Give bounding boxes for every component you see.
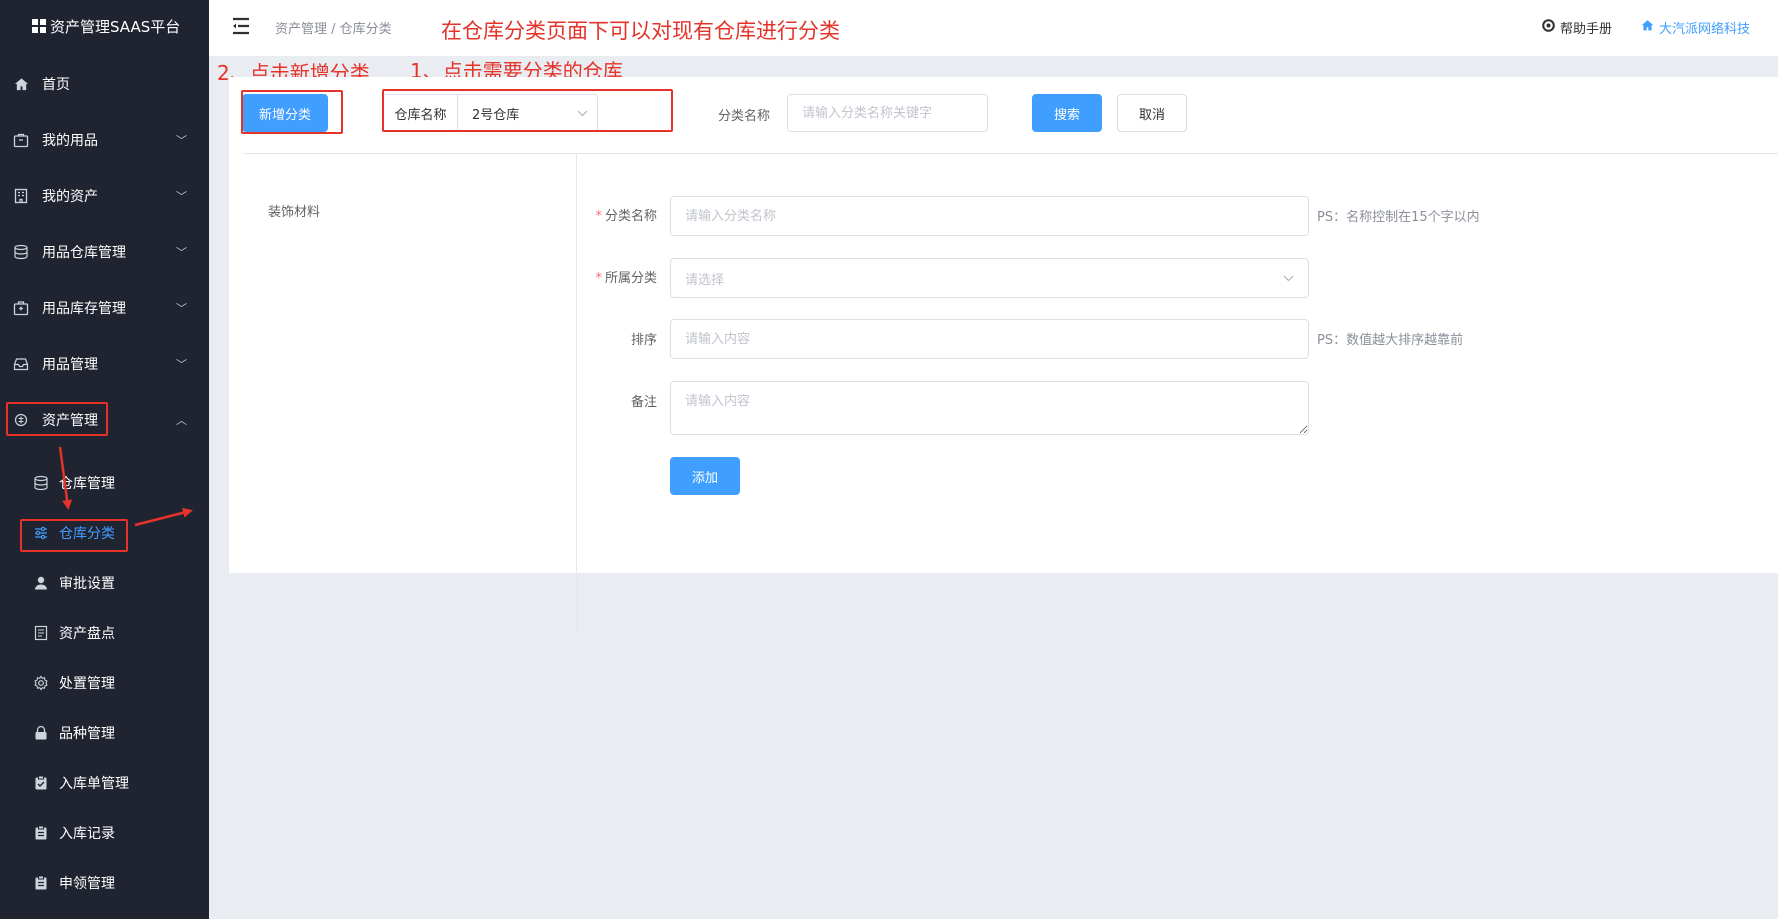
company-label: 大汽派网络科技 — [1659, 22, 1751, 37]
menu-toggle-icon[interactable] — [231, 17, 251, 35]
sidebar-subitem-variety[interactable]: 品种管理 — [0, 708, 209, 758]
sidebar-subitem-warehouse-category[interactable]: 仓库分类 — [0, 508, 209, 558]
document-icon — [33, 625, 49, 641]
sidebar-item-supply-stock[interactable]: 用品库存管理 ﹀ — [0, 280, 209, 336]
warehouse-select-value: 2号仓库 — [472, 107, 520, 123]
clipboard-check-icon — [33, 775, 49, 791]
sidebar-subitem-label: 仓库分类 — [59, 526, 115, 542]
form-label-parent: * 所属分类 — [587, 267, 657, 286]
chevron-up-icon: ︿ — [176, 414, 187, 427]
category-name-input[interactable] — [670, 196, 1309, 236]
sidebar-subitem-label: 申领管理 — [59, 876, 115, 892]
sidebar-item-label: 用品仓库管理 — [42, 245, 126, 261]
help-manual-label: 帮助手册 — [1560, 22, 1613, 37]
sidebar-item-home[interactable]: 首页 — [0, 56, 209, 112]
name-hint: PS：名称控制在15个字以内 — [1317, 210, 1480, 225]
category-filter-label: 分类名称 — [718, 109, 771, 124]
building-icon — [13, 188, 29, 204]
form-label-name: * 分类名称 — [587, 205, 657, 224]
bag-icon — [13, 132, 29, 148]
chevron-down-icon: ﹀ — [176, 134, 187, 147]
chevron-down-icon: ﹀ — [176, 246, 187, 259]
sidebar-subitem-inbound-orders[interactable]: 入库单管理 — [0, 758, 209, 808]
sidebar-subitem-label: 处置管理 — [59, 676, 115, 692]
asset-icon — [13, 412, 29, 428]
sidebar-subitem-approval-settings[interactable]: 审批设置 — [0, 558, 209, 608]
sidebar-item-asset-management[interactable]: 资产管理 ︿ — [0, 392, 209, 448]
sliders-icon — [33, 525, 49, 541]
sidebar-item-label: 我的用品 — [42, 133, 98, 149]
home-icon — [1641, 19, 1654, 36]
main-card: 新增分类 仓库名称 2号仓库 分类名称 搜索 取消 装饰材料 *分类名称 PS：… — [229, 77, 1778, 635]
warehouse-select[interactable]: 仓库名称 2号仓库 — [383, 94, 598, 132]
sidebar-item-label: 我的资产 — [42, 189, 98, 205]
form-label-parent-text: 所属分类 — [604, 271, 657, 286]
home-icon — [13, 76, 29, 92]
sidebar-subitem-asset-inventory[interactable]: 资产盘点 — [0, 608, 209, 658]
sort-input[interactable] — [670, 319, 1309, 359]
clipboard-icon — [33, 875, 49, 891]
sidebar-subitem-requisition[interactable]: 申领管理 — [0, 858, 209, 908]
sidebar-subitem-label: 品种管理 — [59, 726, 115, 742]
sidebar-subitem-label: 仓库管理 — [59, 476, 115, 492]
required-mark: * — [595, 209, 602, 224]
form-label-remark: 备注 — [630, 395, 657, 410]
sidebar-item-supply-warehouse[interactable]: 用品仓库管理 ﹀ — [0, 224, 209, 280]
sidebar-subitem-label: 资产盘点 — [59, 626, 115, 642]
app-title: 资产管理SAAS平台 — [50, 17, 181, 36]
sidebar-subitem-label: 审批设置 — [59, 576, 115, 592]
chevron-down-icon: ﹀ — [176, 190, 187, 203]
cancel-button[interactable]: 取消 — [1117, 94, 1187, 132]
add-category-button[interactable]: 新增分类 — [242, 94, 328, 132]
sidebar-item-supply-management[interactable]: 用品管理 ﹀ — [0, 336, 209, 392]
sidebar-item-label: 首页 — [42, 77, 70, 93]
app-logo[interactable]: 资产管理SAAS平台 — [0, 0, 209, 52]
sidebar-subitem-disposal[interactable]: 处置管理 — [0, 658, 209, 708]
lock-icon — [33, 725, 49, 741]
chevron-down-icon: ﹀ — [176, 358, 187, 371]
help-icon — [1542, 19, 1555, 36]
sidebar-subitem-label: 入库记录 — [59, 826, 115, 842]
search-button[interactable]: 搜索 — [1032, 94, 1102, 132]
form-label-sort: 排序 — [630, 333, 657, 348]
sidebar: 资产管理SAAS平台 首页 我的用品 ﹀ 我的资产 ﹀ 用品仓库管理 ﹀ 用品库… — [0, 0, 209, 919]
parent-category-select[interactable]: 请选择 — [670, 258, 1309, 298]
form-label-name-text: 分类名称 — [604, 209, 657, 224]
company-link[interactable]: 大汽派网络科技 — [1641, 18, 1750, 37]
remark-textarea[interactable] — [670, 381, 1309, 435]
parent-category-placeholder: 请选择 — [685, 272, 725, 288]
sidebar-item-label: 用品管理 — [42, 357, 98, 373]
tree-item[interactable]: 装饰材料 — [268, 201, 320, 220]
sidebar-item-label: 用品库存管理 — [42, 301, 126, 317]
divider-horizontal — [243, 153, 1778, 154]
box-icon — [13, 300, 29, 316]
database-icon — [13, 244, 29, 260]
chevron-down-icon — [577, 107, 597, 120]
category-search-input[interactable] — [787, 94, 988, 132]
sidebar-subitem-warehouse[interactable]: 仓库管理 — [0, 458, 209, 508]
sidebar-subitem-inbound-records[interactable]: 入库记录 — [0, 808, 209, 858]
top-header: 资产管理 / 仓库分类 在仓库分类页面下可以对现有仓库进行分类 帮助手册 大汽派… — [209, 0, 1778, 56]
sidebar-item-label: 资产管理 — [42, 413, 98, 429]
chevron-down-icon: ﹀ — [176, 302, 187, 315]
database-icon — [33, 475, 49, 491]
chevron-down-icon — [1283, 272, 1294, 285]
sort-hint: PS：数值越大排序越靠前 — [1317, 333, 1464, 348]
gear-icon — [33, 675, 49, 691]
submit-add-button[interactable]: 添加 — [670, 457, 740, 495]
warehouse-select-label: 仓库名称 — [384, 95, 458, 131]
user-icon — [33, 575, 49, 591]
sidebar-subitem-label: 入库单管理 — [59, 776, 129, 792]
sidebar-item-my-assets[interactable]: 我的资产 ﹀ — [0, 168, 209, 224]
required-mark: * — [595, 271, 602, 286]
annotation-top: 在仓库分类页面下可以对现有仓库进行分类 — [441, 19, 840, 43]
divider-vertical — [576, 153, 577, 635]
sidebar-item-my-supplies[interactable]: 我的用品 ﹀ — [0, 112, 209, 168]
clipboard-icon — [33, 825, 49, 841]
inbox-icon — [13, 356, 29, 372]
breadcrumb: 资产管理 / 仓库分类 — [275, 22, 392, 37]
grid-icon — [32, 19, 46, 33]
help-manual-link[interactable]: 帮助手册 — [1542, 18, 1612, 37]
